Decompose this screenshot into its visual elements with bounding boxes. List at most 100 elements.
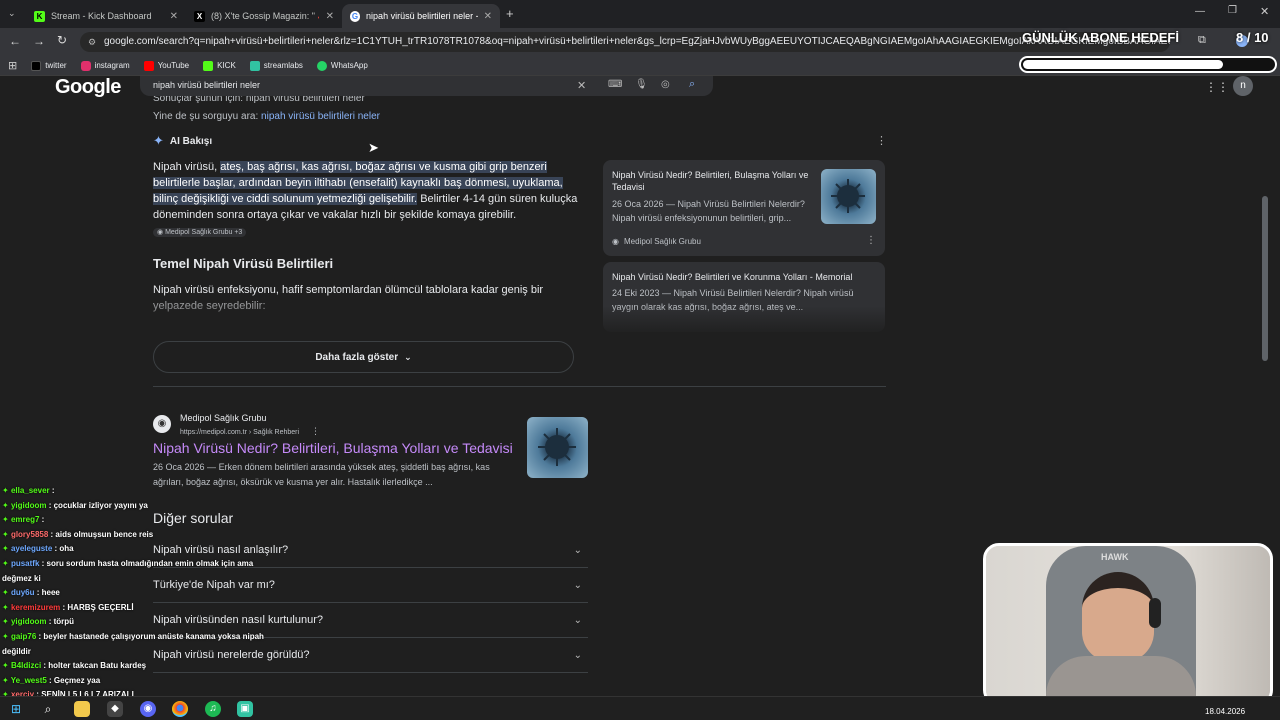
- paa-question[interactable]: Nipah virüsü nerelerde görüldü? ⌄: [153, 638, 588, 673]
- keyboard-icon[interactable]: ⌨: [608, 79, 622, 90]
- forward-icon[interactable]: →: [33, 34, 45, 48]
- result-title-link[interactable]: Nipah Virüsü Nedir? Belirtileri, Bulaşma…: [153, 440, 513, 456]
- bookmark-whatsapp[interactable]: WhatsApp: [316, 60, 368, 71]
- paa-heading: Diğer sorular: [153, 510, 234, 526]
- chat-text: :: [39, 515, 45, 525]
- show-more-button[interactable]: Daha fazla göster ⌄: [153, 341, 574, 373]
- account-avatar[interactable]: n: [1233, 76, 1253, 96]
- chat-username: yigidoom: [10, 500, 47, 510]
- chevron-down-icon: ⌄: [573, 649, 582, 661]
- paa-question[interactable]: Türkiye'de Nipah var mı? ⌄: [153, 568, 588, 603]
- tab-search-icon[interactable]: ⌄: [8, 8, 16, 19]
- chat-message: ✦ keremizurem : HARBŞ GEÇERLİ: [2, 603, 134, 612]
- bookmark-kick[interactable]: KICK: [203, 60, 236, 71]
- subscriber-goal-count: 8 / 10: [1236, 30, 1269, 45]
- virus-image: [831, 179, 865, 213]
- x-icon: [31, 60, 42, 71]
- chevron-down-icon: ⌄: [404, 351, 412, 362]
- tab-google-search[interactable]: G nipah virüsü belirtileri neler - G ✕: [342, 4, 500, 28]
- close-icon[interactable]: ✕: [326, 11, 334, 22]
- x-icon: X: [194, 10, 205, 22]
- lens-icon[interactable]: ◎: [661, 79, 670, 90]
- result-favicon: ◉: [153, 415, 171, 433]
- chat-message: ✦ duy6u : heee: [2, 588, 60, 597]
- discord-icon[interactable]: ◉: [140, 701, 156, 717]
- chat-text: : soru sordum hasta olmadığından emin ol…: [39, 559, 254, 568]
- search-instead-link[interactable]: nipah virüsü belirtileri neler: [261, 111, 380, 122]
- bookmark-youtube[interactable]: YouTube: [143, 60, 189, 71]
- maximize-button[interactable]: ❐: [1228, 5, 1237, 16]
- bookmark-twitter[interactable]: twitter: [31, 60, 67, 71]
- extensions-icon[interactable]: ⧉: [1198, 34, 1206, 47]
- bookmark-instagram[interactable]: instagram: [80, 60, 130, 71]
- chat-username: emreg7: [10, 515, 40, 525]
- source-thumbnail: [821, 169, 876, 224]
- chat-username: pusatfk: [10, 559, 40, 568]
- streamer-head: [1082, 572, 1154, 662]
- close-icon[interactable]: ✕: [577, 79, 586, 92]
- close-icon[interactable]: ✕: [484, 11, 492, 22]
- chat-message: ✦ emreg7 :: [2, 515, 44, 524]
- youtube-icon: [143, 60, 154, 71]
- result-site-name[interactable]: Medipol Sağlık Grubu: [180, 413, 267, 423]
- bookmark-label: streamlabs: [263, 61, 303, 70]
- close-window-button[interactable]: ✕: [1260, 5, 1269, 18]
- chrome-icon[interactable]: [172, 701, 188, 717]
- back-icon[interactable]: ←: [9, 34, 21, 48]
- medipol-icon: ◉: [612, 237, 619, 246]
- file-explorer-icon[interactable]: [74, 701, 90, 717]
- search-box[interactable]: nipah virüsü belirtileri neler ✕ ⌨ 🎙 ◎ ⌕: [140, 76, 713, 96]
- source-chip-label: Medipol Sağlık Grubu +3: [165, 229, 243, 236]
- search-instead-line: Yine de şu sorguyu ara: nipah virüsü bel…: [153, 111, 380, 122]
- windows-taskbar: ⊞ ⌕ ◆ ◉ ♫ ▣ 18.04.2026: [0, 696, 1280, 720]
- chat-text: : beyler hastanede çalışıyorum anüste ka…: [36, 632, 264, 641]
- close-icon[interactable]: ✕: [170, 11, 178, 22]
- chat-text: : aids olmuşsun bence reis: [48, 529, 154, 539]
- google-logo[interactable]: Google: [55, 76, 121, 99]
- reload-icon[interactable]: ↻: [57, 33, 67, 47]
- paa-question-text: Nipah virüsü nerelerde görüldü?: [153, 649, 310, 661]
- chat-badge-icon: ✦: [2, 515, 11, 525]
- bookmark-label: KICK: [217, 61, 236, 70]
- search-icon[interactable]: ⌕: [689, 78, 695, 91]
- chat-badge-icon: ✦: [2, 559, 11, 568]
- paa-question-text: Türkiye'de Nipah var mı?: [153, 579, 275, 591]
- ai-overview-fade: [150, 298, 590, 340]
- url-bar[interactable]: ⚙ google.com/search?q=nipah+virüsü+belir…: [80, 32, 1170, 52]
- new-tab-button[interactable]: +: [506, 6, 514, 21]
- chat-text: : HARBŞ GEÇERLİ: [60, 602, 134, 612]
- search-input[interactable]: nipah virüsü belirtileri neler: [153, 80, 260, 90]
- tab-label: nipah virüsü belirtileri neler - G: [366, 11, 478, 21]
- page-scrollbar[interactable]: [1262, 196, 1268, 361]
- apps-icon[interactable]: ⋮⋮: [1205, 80, 1229, 94]
- source-chip[interactable]: ◉ Medipol Sağlık Grubu +3: [153, 228, 247, 237]
- minimize-button[interactable]: —: [1195, 6, 1205, 17]
- apps-icon[interactable]: ⊞: [8, 59, 17, 72]
- tab-x-gossip[interactable]: X (8) X'te Gossip Magazin: "🔺S ✕: [186, 4, 342, 28]
- ai-overview-heading: Temel Nipah Virüsü Belirtileri: [153, 256, 334, 271]
- chat-badge-icon: ✦: [2, 588, 11, 598]
- tab-kick-dashboard[interactable]: K Stream - Kick Dashboard ✕: [26, 4, 186, 28]
- streamlabs-icon[interactable]: ▣: [237, 701, 253, 717]
- chat-username: ayeleguste: [10, 544, 53, 554]
- bookmark-label: WhatsApp: [330, 61, 368, 70]
- app-icon[interactable]: ◆: [107, 701, 123, 717]
- result-thumbnail[interactable]: [527, 417, 588, 478]
- mic-icon[interactable]: 🎙: [635, 79, 648, 90]
- more-vert-icon[interactable]: ⋮: [876, 134, 887, 147]
- source-title: Nipah Virüsü Nedir? Belirtileri ve Korun…: [612, 272, 853, 282]
- chat-badge-icon: ✦: [2, 529, 11, 539]
- windows-start-icon[interactable]: ⊞: [8, 701, 24, 717]
- site-info-icon[interactable]: ⚙: [88, 32, 96, 52]
- chat-message: ✦ Ye_west5 : Geçmez yaa: [2, 676, 100, 685]
- chat-text: : çocuklar izliyor yayını ya: [46, 500, 148, 510]
- search-icon[interactable]: ⌕: [40, 701, 56, 717]
- medipol-icon: ◉: [157, 229, 164, 236]
- chat-badge-icon: ✦: [2, 500, 11, 510]
- bookmark-streamlabs[interactable]: streamlabs: [249, 60, 303, 71]
- more-vert-icon[interactable]: ⋮: [866, 235, 876, 246]
- spotify-icon[interactable]: ♫: [205, 701, 221, 717]
- source-snippet: 26 Oca 2026 — Nipah Virüsü Belirtileri N…: [612, 199, 805, 223]
- more-vert-icon[interactable]: ⋮: [311, 426, 320, 436]
- ai-source-card[interactable]: Nipah Virüsü Nedir? Belirtileri, Bulaşma…: [603, 160, 885, 256]
